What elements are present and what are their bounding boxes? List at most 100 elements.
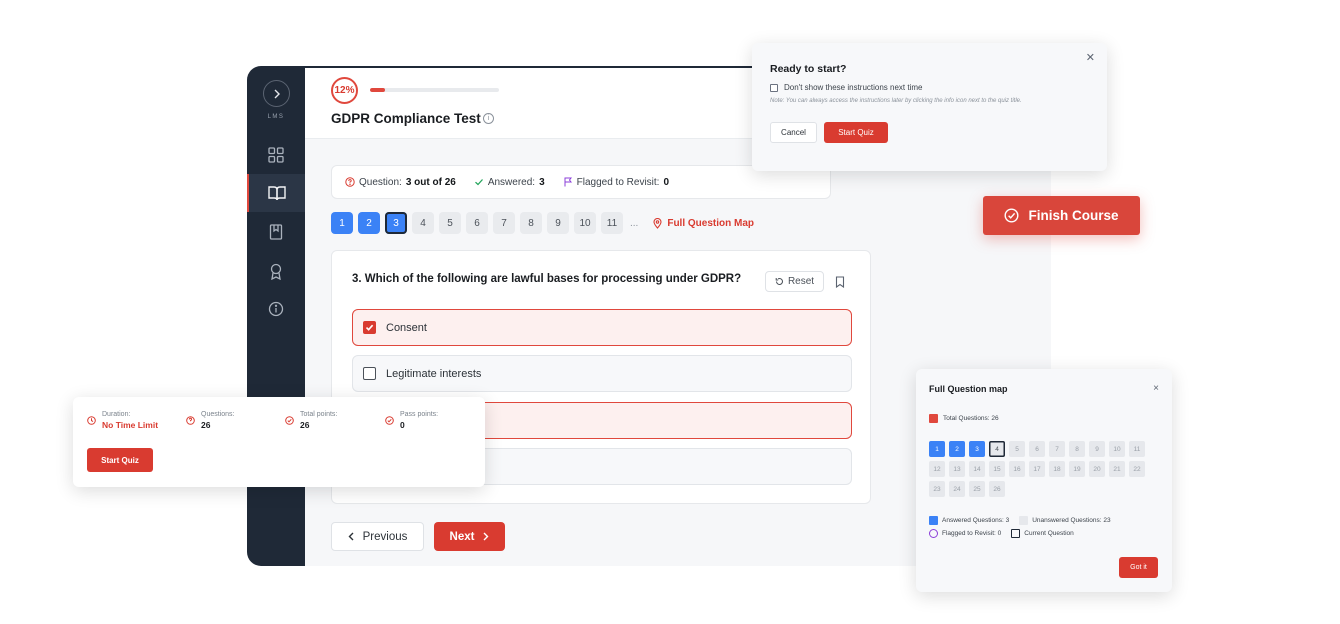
question-map-cell[interactable]: 9 (1089, 441, 1105, 457)
question-map-cell[interactable]: 16 (1009, 461, 1025, 477)
title-info-icon[interactable]: i (483, 113, 494, 124)
question-nav-button[interactable]: 9 (547, 212, 569, 234)
question-nav-button[interactable]: 3 (385, 212, 407, 234)
question-map-cell[interactable]: 20 (1089, 461, 1105, 477)
full-question-map-label: Full Question Map (667, 217, 755, 229)
legend-unanswered: Unanswered Questions: 23 (1019, 516, 1111, 525)
question-map-cell[interactable]: 8 (1069, 441, 1085, 457)
question-circle-icon (345, 177, 355, 187)
sidebar-brand: LMS (267, 114, 285, 120)
close-icon[interactable]: × (1153, 383, 1159, 394)
sidebar-item-courses[interactable] (247, 174, 305, 212)
question-nav-button[interactable]: 10 (574, 212, 596, 234)
info-pass-points: Pass points: 0 (385, 411, 438, 430)
clock-icon (87, 416, 96, 425)
question-map-cell[interactable]: 3 (969, 441, 985, 457)
check-icon (365, 324, 374, 331)
stat-answered-value: 3 (539, 176, 545, 188)
question-nav-button[interactable]: 5 (439, 212, 461, 234)
question-nav-ellipsis: ... (630, 217, 639, 229)
question-map-cell[interactable]: 1 (929, 441, 945, 457)
question-map-cell[interactable]: 11 (1129, 441, 1145, 457)
question-nav-button[interactable]: 7 (493, 212, 515, 234)
next-button[interactable]: Next (434, 522, 505, 551)
question-map-cell[interactable]: 22 (1129, 461, 1145, 477)
close-icon[interactable]: ✕ (1086, 51, 1095, 64)
question-text: 3. Which of the following are lawful bas… (352, 273, 742, 285)
sidebar-item-info[interactable] (247, 290, 305, 328)
question-nav-button[interactable]: 2 (358, 212, 380, 234)
total-questions-swatch (929, 414, 938, 423)
total-points-value: 26 (300, 420, 310, 430)
chevron-right-icon (483, 532, 489, 541)
legend-current-label: Current Question (1024, 530, 1074, 537)
question-map-cell[interactable]: 26 (989, 481, 1005, 497)
dont-show-checkbox-row[interactable]: Don't show these instructions next time (770, 83, 922, 92)
answer-option-legitimate-interests[interactable]: Legitimate interests (352, 355, 852, 392)
question-map-cell[interactable]: 25 (969, 481, 985, 497)
legend-answered-label: Answered Questions: 3 (942, 517, 1010, 524)
question-map-cell[interactable]: 18 (1049, 461, 1065, 477)
reset-button[interactable]: Reset (765, 271, 824, 292)
answer-checkbox[interactable] (363, 321, 376, 334)
question-map-cell[interactable]: 17 (1029, 461, 1045, 477)
question-map-cell[interactable]: 21 (1109, 461, 1125, 477)
full-question-map-dialog: Full Question map × Total Questions: 26 … (916, 369, 1172, 592)
question-map-cell[interactable]: 2 (949, 441, 965, 457)
legend-unanswered-label: Unanswered Questions: 23 (1032, 517, 1111, 524)
sidebar-item-library[interactable] (247, 213, 305, 251)
answer-checkbox[interactable] (363, 367, 376, 380)
question-nav-button[interactable]: 1 (331, 212, 353, 234)
flag-icon (564, 177, 572, 187)
answer-option-consent[interactable]: Consent (352, 309, 852, 346)
sidebar-item-dashboard[interactable] (247, 136, 305, 174)
bookmark-question-button[interactable] (835, 275, 845, 293)
reset-label: Reset (787, 276, 815, 287)
quiz-info-card: Duration: No Time Limit Questions: 26 To… (73, 397, 485, 487)
question-nav-button[interactable]: 8 (520, 212, 542, 234)
question-map-cell[interactable]: 14 (969, 461, 985, 477)
dont-show-checkbox[interactable] (770, 83, 778, 92)
legend-flagged-label: Flagged to Revisit: 0 (942, 530, 1002, 537)
question-map-cell[interactable]: 15 (989, 461, 1005, 477)
question-map-cell[interactable]: 13 (949, 461, 965, 477)
bookmark-icon (835, 276, 845, 289)
stat-flagged-value: 0 (663, 176, 670, 188)
sidebar-toggle-button[interactable] (263, 80, 290, 107)
info-start-quiz-button[interactable]: Start Quiz (87, 448, 153, 472)
previous-button[interactable]: Previous (331, 522, 424, 551)
start-quiz-button[interactable]: Start Quiz (824, 122, 888, 143)
full-question-map-link[interactable]: Full Question Map (653, 217, 755, 229)
question-nav-button[interactable]: 6 (466, 212, 488, 234)
question-nav-button[interactable]: 11 (601, 212, 623, 234)
info-duration: Duration: No Time Limit (87, 411, 158, 430)
legend-current: Current Question (1011, 529, 1074, 538)
finish-course-button[interactable]: Finish Course (983, 196, 1140, 235)
chevron-left-icon (348, 532, 354, 541)
sidebar-item-achievements[interactable] (247, 252, 305, 290)
question-map-cell[interactable]: 10 (1109, 441, 1125, 457)
dashboard-icon (268, 147, 284, 163)
question-map-cell[interactable]: 24 (949, 481, 965, 497)
progress-bar (370, 88, 499, 92)
cancel-button[interactable]: Cancel (770, 122, 817, 143)
question-circle-icon (186, 416, 195, 425)
legend-answered-swatch (929, 516, 938, 525)
next-label: Next (449, 530, 475, 543)
question-map-cell[interactable]: 19 (1069, 461, 1085, 477)
question-map-cell[interactable]: 12 (929, 461, 945, 477)
question-map-cell[interactable]: 5 (1009, 441, 1025, 457)
question-map-cell[interactable]: 4 (989, 441, 1005, 457)
question-nav-button[interactable]: 4 (412, 212, 434, 234)
got-it-button[interactable]: Got it (1119, 557, 1158, 578)
progress-bar-fill (370, 88, 386, 92)
question-map-cell[interactable]: 7 (1049, 441, 1065, 457)
reset-icon (775, 278, 783, 285)
question-map-cell[interactable]: 6 (1029, 441, 1045, 457)
check-circle-icon (285, 416, 294, 425)
sidebar: LMS (247, 66, 305, 566)
legend-unanswered-swatch (1019, 516, 1029, 525)
map-pin-icon (653, 217, 662, 229)
bookmark-book-icon (269, 224, 283, 240)
question-map-cell[interactable]: 23 (929, 481, 945, 497)
